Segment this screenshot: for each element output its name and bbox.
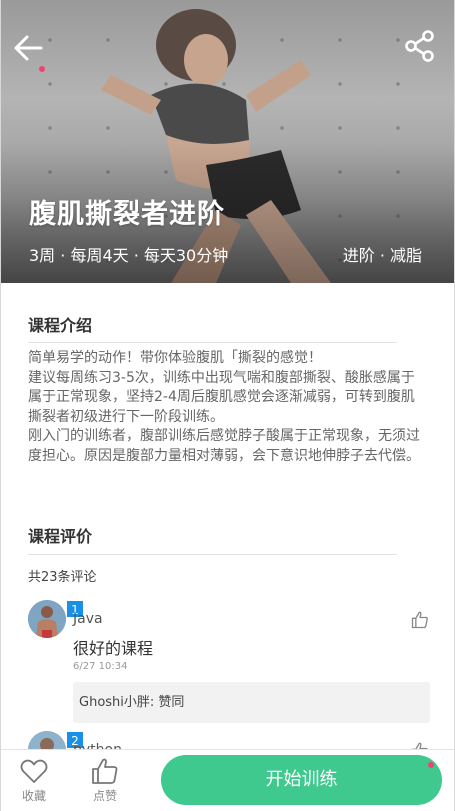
back-button[interactable] <box>11 30 47 72</box>
intro-paragraph: 建议每周练习3-5次，训练中出现气喘和腹部撕裂、酸胀感属于属于正常现象，坚持2-… <box>28 369 415 425</box>
bottom-action-bar: 收藏 点赞 开始训练 <box>1 749 454 811</box>
intro-section-title: 课程介绍 <box>28 316 93 335</box>
comment-text: 很好的课程 <box>73 639 154 658</box>
intro-paragraph: 简单易学的动作！带你体验腹肌「撕裂的感觉！ <box>28 350 322 366</box>
review-divider <box>28 554 397 555</box>
like-label: 点赞 <box>92 789 117 803</box>
comment-count: 共23条评论 <box>28 570 97 585</box>
course-tags: 进阶 · 减脂 <box>342 246 422 265</box>
review-section-title: 课程评价 <box>28 527 93 546</box>
start-training-label: 开始训练 <box>265 769 338 790</box>
course-hero-image: 腹肌撕裂者进阶 3周 · 每周4天 · 每天30分钟 进阶 · 减脂 <box>1 0 454 283</box>
notification-dot <box>39 66 45 72</box>
app-screen: 腹肌撕裂者进阶 3周 · 每周4天 · 每天30分钟 进阶 · 减脂 课程介绍 … <box>0 0 455 811</box>
favorite-label: 收藏 <box>21 789 46 803</box>
share-button[interactable] <box>404 30 436 62</box>
thumbs-up-icon <box>411 611 428 629</box>
intro-paragraph: 刚入门的训练者，腹部训练后感觉脖子酸属于正常现象，无须过度担心。原因是腹部力量相… <box>28 428 420 464</box>
arrow-left-icon <box>14 35 43 61</box>
comment-time: 6/27 10:34 <box>73 661 128 672</box>
comment-username[interactable]: Java <box>73 611 103 627</box>
course-schedule: 3周 · 每周4天 · 每天30分钟 <box>29 246 229 265</box>
course-title: 腹肌撕裂者进阶 <box>29 199 225 230</box>
user-avatar-image <box>28 600 66 638</box>
share-icon <box>405 30 434 62</box>
intro-body: 简单易学的动作！带你体验腹肌「撕裂的感觉！ 建议每周练习3-5次，训练中出现气喘… <box>28 349 420 466</box>
comment-item: 1 Java 很好的课程 6/27 10:34 Ghoshi小胖: 赞同 <box>28 600 430 730</box>
heart-icon <box>20 759 48 783</box>
comment-reply[interactable]: Ghoshi小胖: 赞同 <box>73 682 430 723</box>
thumbs-up-icon <box>92 758 118 784</box>
like-button[interactable]: 点赞 <box>79 756 131 804</box>
avatar[interactable] <box>28 600 66 638</box>
notification-dot <box>428 762 434 768</box>
favorite-button[interactable]: 收藏 <box>8 756 60 804</box>
comment-like-button[interactable] <box>410 610 430 630</box>
start-training-button[interactable]: 开始训练 <box>161 755 442 805</box>
intro-divider <box>28 342 397 343</box>
